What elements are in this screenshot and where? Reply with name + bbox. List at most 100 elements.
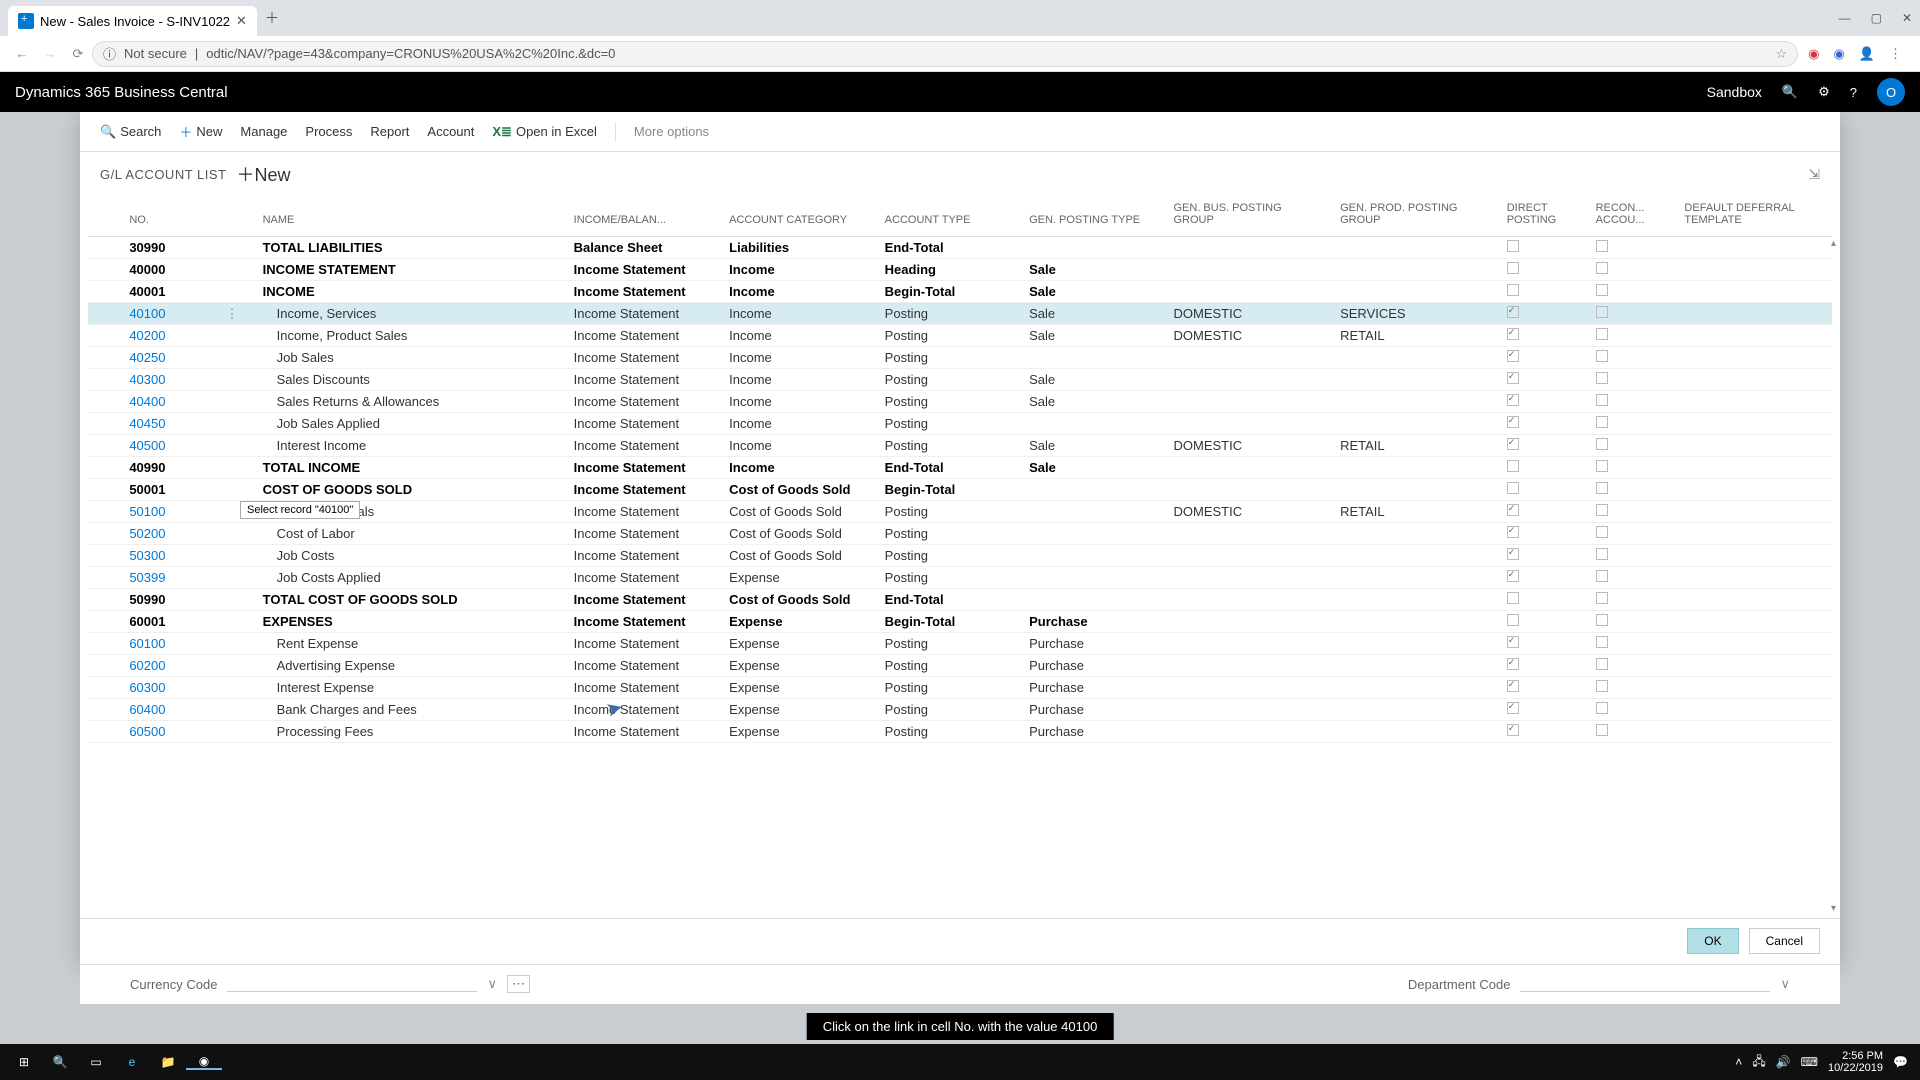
table-row[interactable]: 50001COST OF GOODS SOLDIncome StatementC… bbox=[88, 479, 1832, 501]
cell-direct-posting[interactable] bbox=[1499, 303, 1588, 325]
reload-icon[interactable]: ⟳ bbox=[64, 46, 92, 62]
table-row[interactable]: 30990TOTAL LIABILITIESBalance SheetLiabi… bbox=[88, 237, 1832, 259]
cell-recon[interactable] bbox=[1588, 545, 1677, 567]
menu-icon[interactable]: ⋮ bbox=[1889, 46, 1902, 62]
search-icon[interactable]: 🔍 bbox=[1782, 84, 1798, 100]
col-deferral[interactable]: DEFAULT DEFERRAL TEMPLATE bbox=[1676, 196, 1832, 237]
cell-no[interactable]: 40001 bbox=[121, 281, 254, 303]
table-row[interactable]: 40990TOTAL INCOMEIncome StatementIncomeE… bbox=[88, 457, 1832, 479]
cell-no[interactable]: 50300 bbox=[121, 545, 254, 567]
cell-recon[interactable] bbox=[1588, 347, 1677, 369]
search-icon[interactable]: 🔍 bbox=[42, 1055, 78, 1069]
col-income-balance[interactable]: INCOME/BALAN... bbox=[566, 196, 722, 237]
cell-no[interactable]: 60001 bbox=[121, 611, 254, 633]
cell-recon[interactable] bbox=[1588, 325, 1677, 347]
cell-recon[interactable] bbox=[1588, 699, 1677, 721]
volume-icon[interactable]: 🔊 bbox=[1776, 1055, 1791, 1069]
table-row[interactable]: 50399Job Costs AppliedIncome StatementEx… bbox=[88, 567, 1832, 589]
col-name[interactable]: NAME bbox=[255, 196, 566, 237]
task-view-icon[interactable]: ▭ bbox=[78, 1055, 114, 1069]
back-icon[interactable]: ← bbox=[8, 46, 36, 61]
table-row[interactable]: 40001INCOMEIncome StatementIncomeBegin-T… bbox=[88, 281, 1832, 303]
cell-direct-posting[interactable] bbox=[1499, 501, 1588, 523]
cell-no[interactable]: 40400 bbox=[121, 391, 254, 413]
table-row[interactable]: 60500Processing FeesIncome StatementExpe… bbox=[88, 721, 1832, 743]
new-action[interactable]: ＋New bbox=[236, 161, 290, 187]
cell-recon[interactable] bbox=[1588, 303, 1677, 325]
cell-no[interactable]: 40450 bbox=[121, 413, 254, 435]
notification-icon[interactable]: 💬 bbox=[1893, 1055, 1908, 1069]
new-tab-button[interactable]: ＋ bbox=[265, 8, 279, 28]
account-button[interactable]: Account bbox=[427, 124, 474, 139]
row-menu-icon[interactable]: ⋮ bbox=[225, 306, 238, 322]
cell-recon[interactable] bbox=[1588, 501, 1677, 523]
table-row[interactable]: 60001EXPENSESIncome StatementExpenseBegi… bbox=[88, 611, 1832, 633]
table-row[interactable]: 60200Advertising ExpenseIncome Statement… bbox=[88, 655, 1832, 677]
currency-code-input[interactable] bbox=[227, 976, 477, 992]
cell-direct-posting[interactable] bbox=[1499, 413, 1588, 435]
cell-direct-posting[interactable] bbox=[1499, 523, 1588, 545]
cell-no[interactable]: 50399 bbox=[121, 567, 254, 589]
report-button[interactable]: Report bbox=[370, 124, 409, 139]
table-row[interactable]: 40400Sales Returns & AllowancesIncome St… bbox=[88, 391, 1832, 413]
cell-recon[interactable] bbox=[1588, 589, 1677, 611]
close-window-icon[interactable]: ✕ bbox=[1902, 11, 1912, 25]
col-no[interactable]: NO. bbox=[121, 196, 254, 237]
cell-no[interactable]: 60500 bbox=[121, 721, 254, 743]
avatar[interactable]: O bbox=[1877, 78, 1905, 106]
col-account-category[interactable]: ACCOUNT CATEGORY bbox=[721, 196, 877, 237]
cell-no[interactable]: 40100⋮ bbox=[121, 303, 254, 325]
cell-direct-posting[interactable] bbox=[1499, 721, 1588, 743]
cell-recon[interactable] bbox=[1588, 655, 1677, 677]
table-row[interactable]: 60300Interest ExpenseIncome StatementExp… bbox=[88, 677, 1832, 699]
table-row[interactable]: 40250Job SalesIncome StatementIncomePost… bbox=[88, 347, 1832, 369]
cell-no[interactable]: 60400 bbox=[121, 699, 254, 721]
col-account-type[interactable]: ACCOUNT TYPE bbox=[877, 196, 1021, 237]
chevron-down-icon[interactable]: ▾ bbox=[1831, 903, 1836, 914]
cell-direct-posting[interactable] bbox=[1499, 545, 1588, 567]
cell-direct-posting[interactable] bbox=[1499, 369, 1588, 391]
table-row[interactable]: 40000INCOME STATEMENTIncome StatementInc… bbox=[88, 259, 1832, 281]
cancel-button[interactable]: Cancel bbox=[1749, 928, 1820, 954]
cell-no[interactable]: 60100 bbox=[121, 633, 254, 655]
network-icon[interactable]: 🖧 bbox=[1752, 1052, 1765, 1073]
start-icon[interactable]: ⊞ bbox=[6, 1055, 42, 1069]
more-options-button[interactable]: More options bbox=[634, 124, 709, 139]
cell-recon[interactable] bbox=[1588, 479, 1677, 501]
search-button[interactable]: 🔍Search bbox=[100, 124, 161, 140]
close-icon[interactable]: ✕ bbox=[236, 13, 247, 29]
table-row[interactable]: 40200Income, Product SalesIncome Stateme… bbox=[88, 325, 1832, 347]
cell-direct-posting[interactable] bbox=[1499, 259, 1588, 281]
cell-direct-posting[interactable] bbox=[1499, 391, 1588, 413]
cell-recon[interactable] bbox=[1588, 391, 1677, 413]
table-row[interactable]: 40450Job Sales AppliedIncome StatementIn… bbox=[88, 413, 1832, 435]
table-row[interactable]: 40300Sales DiscountsIncome StatementInco… bbox=[88, 369, 1832, 391]
new-button[interactable]: ＋New bbox=[179, 122, 222, 141]
cell-recon[interactable] bbox=[1588, 721, 1677, 743]
cell-no[interactable]: 60200 bbox=[121, 655, 254, 677]
cell-direct-posting[interactable] bbox=[1499, 677, 1588, 699]
cell-direct-posting[interactable] bbox=[1499, 347, 1588, 369]
cell-direct-posting[interactable] bbox=[1499, 611, 1588, 633]
chrome-icon[interactable]: ◉ bbox=[186, 1054, 222, 1070]
star-icon[interactable]: ☆ bbox=[1775, 46, 1787, 62]
cell-no[interactable]: 50990 bbox=[121, 589, 254, 611]
cell-no[interactable]: 40300 bbox=[121, 369, 254, 391]
keyboard-icon[interactable]: ⌨ bbox=[1801, 1055, 1818, 1069]
cell-direct-posting[interactable] bbox=[1499, 325, 1588, 347]
cell-no[interactable]: 40990 bbox=[121, 457, 254, 479]
cell-direct-posting[interactable] bbox=[1499, 435, 1588, 457]
chevron-down-icon[interactable]: ∨ bbox=[1780, 976, 1790, 992]
maximize-icon[interactable]: ▢ bbox=[1871, 11, 1882, 25]
ellipsis-button[interactable]: ⋯ bbox=[507, 975, 530, 993]
cell-recon[interactable] bbox=[1588, 237, 1677, 259]
col-gen-bus-posting[interactable]: GEN. BUS. POSTING GROUP bbox=[1165, 196, 1332, 237]
cell-no[interactable]: 60300 bbox=[121, 677, 254, 699]
table-row[interactable]: 50300Job CostsIncome StatementCost of Go… bbox=[88, 545, 1832, 567]
explorer-icon[interactable]: 📁 bbox=[150, 1055, 186, 1069]
chevron-down-icon[interactable]: ∨ bbox=[487, 976, 497, 992]
ie-icon[interactable]: e bbox=[114, 1055, 150, 1069]
col-recon[interactable]: RECON... ACCOU... bbox=[1588, 196, 1677, 237]
cell-no[interactable]: 40000 bbox=[121, 259, 254, 281]
help-icon[interactable]: ? bbox=[1850, 85, 1857, 100]
